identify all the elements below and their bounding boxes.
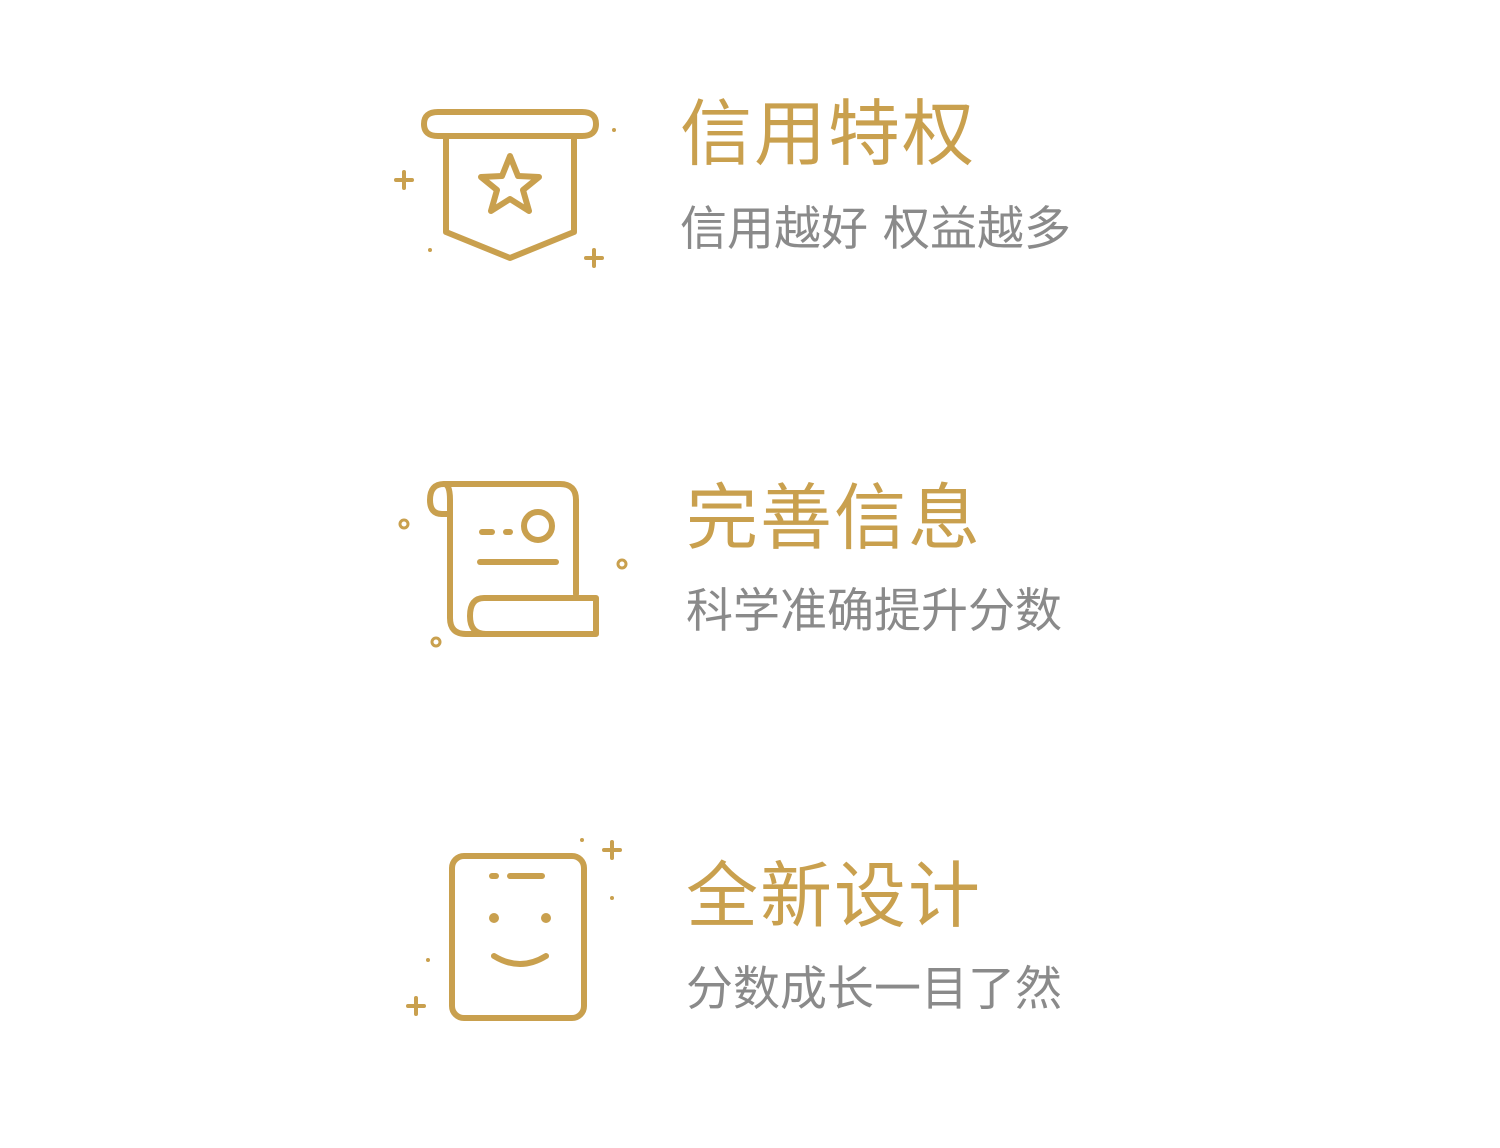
feature-title: 全新设计 <box>686 854 983 938</box>
feature-title: 信用特权 <box>680 92 977 176</box>
feature-subtitle: 信用越好 权益越多 <box>680 202 1071 257</box>
feature-credit-privilege: 信用特权 信用越好 权益越多 <box>0 80 1500 280</box>
feature-complete-info: 完善信息 科学准确提升分数 <box>0 462 1500 662</box>
feature-subtitle: 科学准确提升分数 <box>686 584 1062 639</box>
banner-star-icon <box>390 90 630 290</box>
feature-subtitle: 分数成长一目了然 <box>686 962 1062 1017</box>
scroll-document-icon <box>390 470 630 670</box>
feature-new-design: 全新设计 分数成长一目了然 <box>0 830 1500 1030</box>
feature-title: 完善信息 <box>686 476 983 560</box>
smiley-card-icon <box>400 830 640 1030</box>
